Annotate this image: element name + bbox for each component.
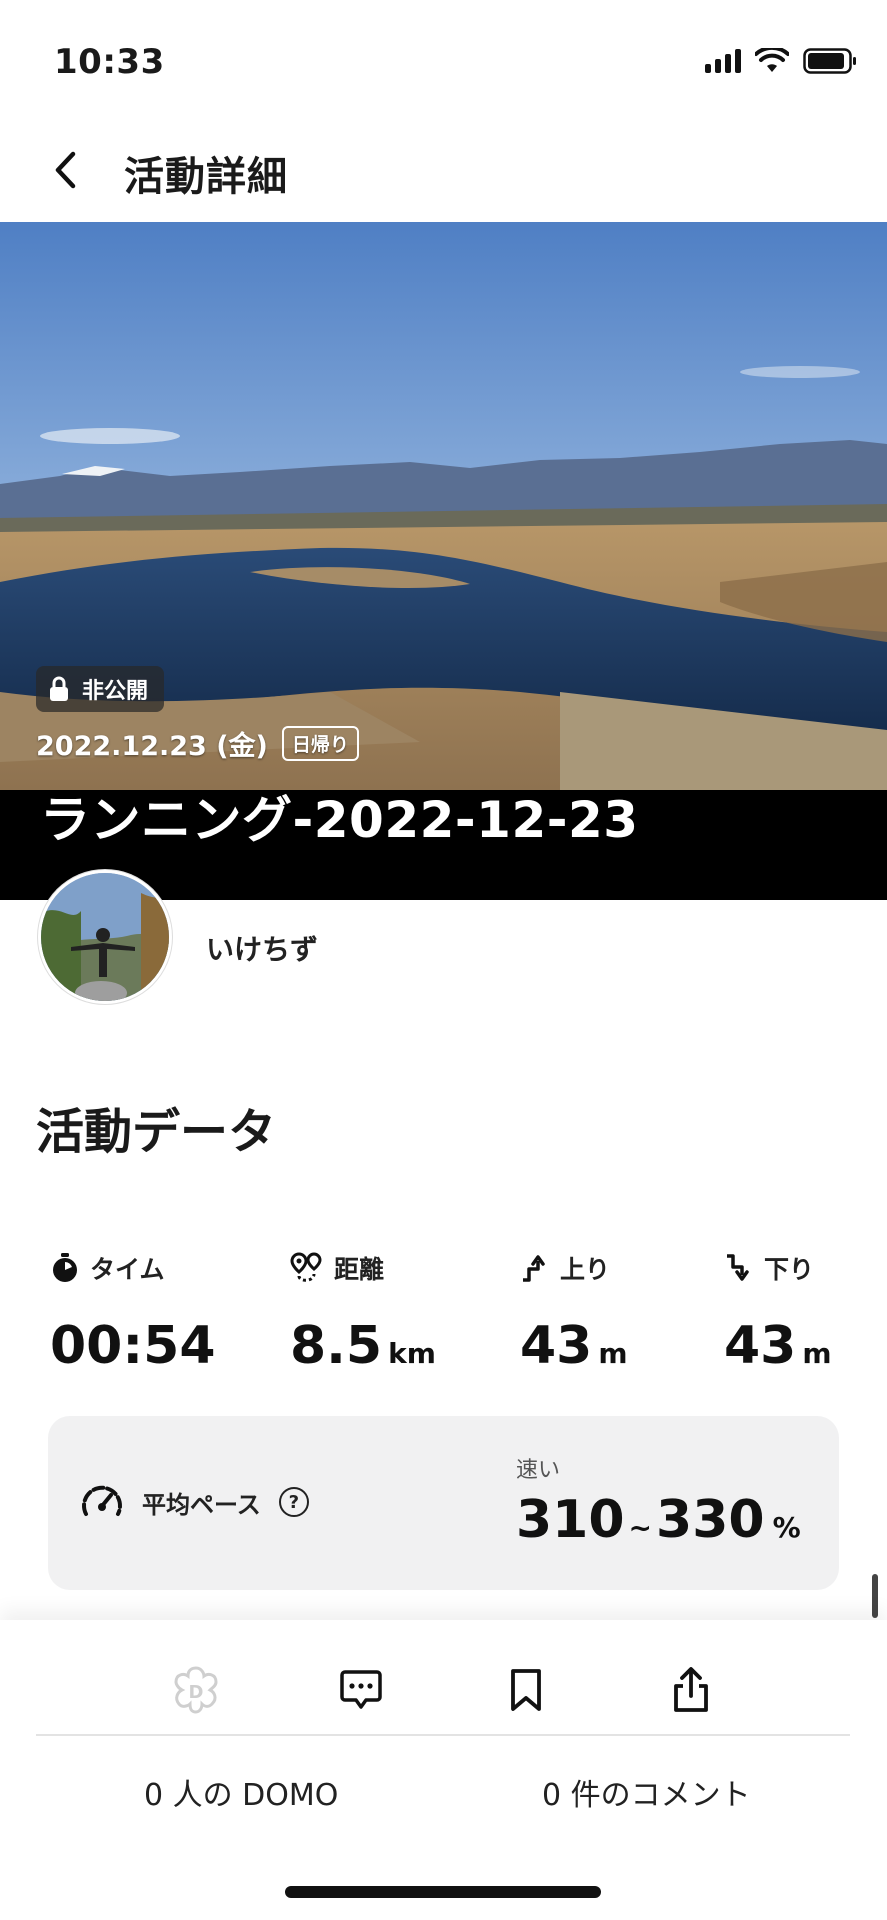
bookmark-button[interactable] bbox=[486, 1650, 566, 1730]
stat-descent-value: 43 bbox=[724, 1316, 797, 1376]
speedometer-icon bbox=[82, 1485, 122, 1516]
home-indicator[interactable] bbox=[285, 1886, 601, 1898]
domo-button[interactable]: D bbox=[156, 1650, 236, 1730]
battery-icon bbox=[803, 48, 856, 74]
share-icon bbox=[674, 1667, 708, 1712]
avatar[interactable] bbox=[38, 870, 172, 1004]
stat-time-label: タイム bbox=[90, 1255, 165, 1284]
stat-ascent: 上り 43 m bbox=[520, 1250, 628, 1376]
help-icon[interactable]: ? bbox=[278, 1487, 309, 1517]
pace-max: 330 bbox=[656, 1490, 765, 1550]
pace-min: 310 bbox=[516, 1490, 625, 1550]
stat-time: タイム 00:54 bbox=[50, 1250, 216, 1376]
pace-tilde: ~ bbox=[628, 1511, 653, 1544]
svg-text:D: D bbox=[189, 1682, 204, 1703]
pace-unit: % bbox=[772, 1511, 801, 1544]
page-title: 活動詳細 bbox=[124, 154, 288, 200]
cellular-signal-icon bbox=[705, 49, 741, 73]
trip-type-badge: 日帰り bbox=[281, 726, 359, 761]
back-button[interactable] bbox=[40, 142, 90, 198]
avatar-photo bbox=[41, 873, 169, 1001]
status-bar: 10:33 bbox=[0, 0, 887, 120]
comment-button[interactable] bbox=[321, 1650, 401, 1730]
ascent-arrow-icon bbox=[523, 1255, 545, 1282]
stat-descent: 下り 43 m bbox=[724, 1250, 832, 1376]
stat-time-value: 00:54 bbox=[50, 1316, 216, 1376]
stat-distance-label-row: 距離 bbox=[290, 1250, 436, 1286]
status-icons bbox=[705, 48, 857, 74]
stat-descent-unit: m bbox=[802, 1337, 832, 1370]
stat-ascent-value: 43 bbox=[520, 1316, 593, 1376]
pace-label: 平均ペース bbox=[142, 1490, 261, 1519]
lock-icon bbox=[50, 676, 68, 701]
chevron-left-icon bbox=[55, 151, 76, 189]
stat-distance-value: 8.5 bbox=[290, 1316, 383, 1376]
status-time: 10:33 bbox=[54, 42, 165, 82]
stat-distance-label: 距離 bbox=[334, 1255, 385, 1284]
stat-ascent-label-row: 上り bbox=[520, 1250, 628, 1286]
stat-time-value-row: 00:54 bbox=[50, 1316, 216, 1376]
domo-count-link[interactable]: 0 人の DOMO bbox=[144, 1770, 338, 1814]
nav-header: 活動詳細 bbox=[0, 120, 887, 222]
pace-label-row: 平均ペース ? bbox=[80, 1482, 309, 1522]
stat-ascent-unit: m bbox=[598, 1337, 628, 1370]
stat-descent-label-row: 下り bbox=[724, 1250, 832, 1286]
activity-title: ランニング-2022-12-23 bbox=[40, 791, 639, 849]
average-pace-card: 平均ペース ? 速い 310 ~330% bbox=[48, 1416, 839, 1590]
stat-distance-value-row: 8.5 km bbox=[290, 1316, 436, 1376]
user-name[interactable]: いけちず bbox=[206, 928, 318, 968]
stat-descent-label: 下り bbox=[764, 1255, 815, 1284]
stat-distance: 距離 8.5 km bbox=[290, 1250, 436, 1376]
activity-hero: 非公開 2022.12.23 (金) 日帰り ランニング-2022-12-23 bbox=[0, 222, 887, 900]
activity-date: 2022.12.23 (金) bbox=[36, 731, 268, 762]
stat-ascent-value-row: 43 m bbox=[520, 1316, 628, 1376]
activity-date-row: 2022.12.23 (金) 日帰り bbox=[36, 724, 359, 763]
stat-time-label-row: タイム bbox=[50, 1250, 216, 1286]
stat-descent-value-row: 43 m bbox=[724, 1316, 832, 1376]
divider bbox=[36, 1734, 850, 1736]
route-pin-icon bbox=[290, 1252, 322, 1282]
pace-speed-label: 速い bbox=[516, 1458, 561, 1483]
bookmark-icon bbox=[511, 1669, 541, 1711]
comment-bubble-icon bbox=[340, 1670, 382, 1709]
scrollbar[interactable] bbox=[872, 1574, 878, 1618]
section-title-activity-data: 活動データ bbox=[36, 1104, 277, 1160]
stat-ascent-label: 上り bbox=[560, 1255, 611, 1284]
descent-arrow-icon bbox=[727, 1254, 749, 1281]
privacy-label: 非公開 bbox=[82, 679, 149, 704]
bottom-action-bar: D 0 人の DOMO 0 件のコメント bbox=[0, 1620, 887, 1920]
stat-distance-unit: km bbox=[388, 1337, 436, 1370]
privacy-badge: 非公開 bbox=[36, 666, 165, 712]
pace-value-row: 310 ~330% bbox=[516, 1490, 801, 1550]
share-button[interactable] bbox=[651, 1650, 731, 1730]
comment-count-link[interactable]: 0 件のコメント bbox=[542, 1770, 751, 1814]
domo-flower-icon: D bbox=[174, 1666, 218, 1714]
wifi-icon bbox=[755, 48, 789, 72]
stopwatch-icon bbox=[53, 1253, 77, 1282]
